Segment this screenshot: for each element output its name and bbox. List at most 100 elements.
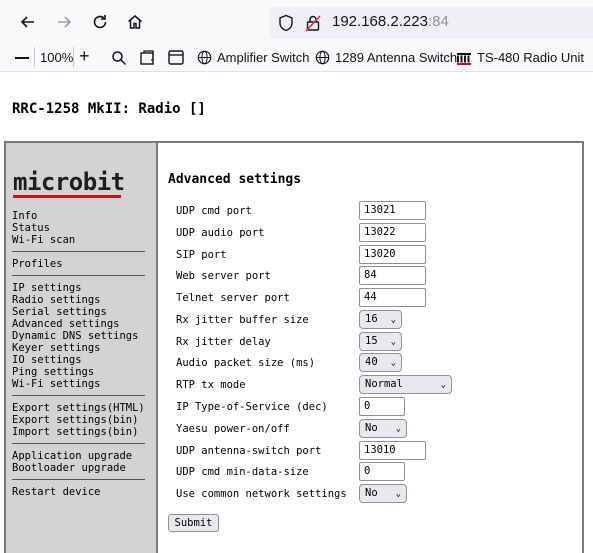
- select-value: 15: [365, 335, 378, 347]
- bookmark-ts480-radio-unit[interactable]: TS-480 Radio Unit: [456, 50, 584, 65]
- globe-icon: [315, 50, 330, 65]
- bookmark-1289-antenna-switch[interactable]: 1289 Antenna Switch: [315, 50, 457, 65]
- sidebar-link-restart-device[interactable]: Restart device: [12, 486, 101, 498]
- sidebar-link-advanced-settings[interactable]: Advanced settings: [12, 318, 119, 330]
- label-sip-port: SIP port: [176, 249, 227, 261]
- use-common-network-settings-select[interactable]: No ⌄: [359, 484, 407, 503]
- sidebar-link-ping-settings[interactable]: Ping settings: [12, 366, 94, 378]
- right-frame-edge: [582, 141, 585, 553]
- sidebar-divider: [12, 275, 145, 276]
- bookmark-amplifier-switch[interactable]: Amplifier Switch: [197, 50, 309, 65]
- sidebar-divider: [12, 251, 145, 252]
- udp-cmd-port-input[interactable]: 13021: [359, 201, 426, 220]
- select-value: No: [365, 422, 378, 434]
- zoom-in-icon[interactable]: +: [79, 46, 90, 66]
- ip-type-of-service-input[interactable]: 0: [359, 397, 405, 416]
- sidebar-link-ip-settings[interactable]: IP settings: [12, 282, 82, 294]
- globe-icon: [197, 50, 212, 65]
- bookmark-label: Amplifier Switch: [217, 50, 310, 65]
- sidebar-link-io-settings[interactable]: IO settings: [12, 354, 82, 366]
- sidebar-link-serial-settings[interactable]: Serial settings: [12, 306, 107, 318]
- select-value: No: [365, 487, 378, 499]
- sidebar-link-profiles[interactable]: Profiles: [12, 258, 63, 270]
- select-value: Normal: [365, 378, 403, 390]
- browser-nav-bar: 192.168.2.223:84: [0, 0, 593, 44]
- microbit-m-icon: [457, 53, 471, 65]
- tracking-shield-icon[interactable]: [278, 14, 294, 36]
- home-button[interactable]: [123, 10, 147, 34]
- telnet-server-port-input[interactable]: 44: [359, 288, 426, 307]
- chevron-down-icon: ⌄: [395, 489, 401, 499]
- sidebar-link-wifi-scan[interactable]: Wi-Fi scan: [12, 234, 75, 246]
- label-use-common-network-settings: Use common network settings: [176, 488, 347, 500]
- label-telnet-server-port: Telnet server port: [176, 292, 290, 304]
- sip-port-input[interactable]: 13020: [359, 245, 426, 264]
- reload-icon: [93, 15, 107, 29]
- forward-button[interactable]: [52, 10, 76, 34]
- sidebar-link-info[interactable]: Info: [12, 210, 37, 222]
- url-text[interactable]: 192.168.2.223:84: [332, 13, 449, 30]
- sidebar-link-wifi-settings[interactable]: Wi-Fi settings: [12, 378, 101, 390]
- zoom-out-icon[interactable]: [15, 57, 29, 59]
- chevron-down-icon: ⌄: [390, 337, 396, 347]
- udp-antenna-switch-port-input[interactable]: 13010: [359, 441, 426, 460]
- sidebar-divider: [12, 479, 145, 480]
- select-value: 16: [365, 313, 378, 325]
- chevron-down-icon: ⌄: [390, 315, 396, 325]
- label-rx-jitter-buffer-size: Rx jitter buffer size: [176, 314, 309, 326]
- sidebar-divider: [12, 443, 145, 444]
- chevron-down-icon: ⌄: [390, 358, 396, 368]
- sidebar-link-bootloader-upgrade[interactable]: Bootloader upgrade: [12, 462, 126, 474]
- bookmark-label: 1289 Antenna Switch: [335, 50, 458, 65]
- logo-underline: [13, 195, 121, 198]
- sidebar-link-dynamic-dns-settings[interactable]: Dynamic DNS settings: [12, 330, 138, 342]
- url-host: 192.168.2.223: [332, 13, 428, 30]
- back-button[interactable]: [16, 10, 40, 34]
- page-title: RRC-1258 MkII: Radio []: [12, 101, 206, 117]
- toolbar-divider: [73, 47, 74, 67]
- forward-arrow-icon: [58, 16, 72, 28]
- label-audio-packet-size: Audio packet size (ms): [176, 357, 316, 369]
- sidebar-link-import-bin[interactable]: Import settings(bin): [12, 426, 138, 438]
- rx-jitter-buffer-size-select[interactable]: 16 ⌄: [359, 310, 402, 329]
- chevron-down-icon: ⌄: [440, 380, 446, 390]
- toolbar-divider: [34, 47, 35, 67]
- label-ip-type-of-service: IP Type-of-Service (dec): [176, 401, 328, 413]
- audio-packet-size-select[interactable]: 40 ⌄: [359, 353, 402, 372]
- microbit-logo: microbit: [13, 168, 125, 196]
- url-port: :84: [427, 13, 449, 30]
- search-icon[interactable]: [111, 50, 127, 69]
- reader-view-icon[interactable]: [168, 50, 184, 68]
- label-udp-antenna-switch-port: UDP antenna-switch port: [176, 445, 322, 457]
- udp-audio-port-input[interactable]: 13022: [359, 223, 426, 242]
- yaesu-power-on-off-select[interactable]: No ⌄: [359, 419, 407, 438]
- sidebar-link-keyer-settings[interactable]: Keyer settings: [12, 342, 101, 354]
- udp-cmd-min-data-size-input[interactable]: 0: [359, 462, 405, 481]
- zoom-level[interactable]: 100%: [40, 50, 73, 65]
- sidebar-link-application-upgrade[interactable]: Application upgrade: [12, 450, 132, 462]
- label-rx-jitter-delay: Rx jitter delay: [176, 336, 271, 348]
- label-web-server-port: Web server port: [176, 270, 271, 282]
- back-arrow-icon: [20, 16, 34, 28]
- home-icon: [128, 15, 142, 29]
- label-udp-cmd-port: UDP cmd port: [176, 205, 252, 217]
- rtp-tx-mode-select[interactable]: Normal ⌄: [359, 375, 452, 394]
- bookmarks-toolbar: 100% + Amplifier Switch 1289 Antenna Swi…: [0, 44, 593, 72]
- sidebar-link-status[interactable]: Status: [12, 222, 50, 234]
- label-udp-audio-port: UDP audio port: [176, 227, 265, 239]
- sidebar-link-radio-settings[interactable]: Radio settings: [12, 294, 101, 306]
- bookmark-label: TS-480 Radio Unit: [477, 50, 584, 65]
- sidebar-divider: [12, 395, 145, 396]
- sidebar-link-export-bin[interactable]: Export settings(bin): [12, 414, 138, 426]
- insecure-lock-icon[interactable]: [305, 14, 321, 36]
- chevron-down-icon: ⌄: [395, 424, 401, 434]
- select-value: 40: [365, 356, 378, 368]
- rx-jitter-delay-select[interactable]: 15 ⌄: [359, 332, 402, 351]
- sidebar-link-export-html[interactable]: Export settings(HTML): [12, 402, 145, 414]
- web-server-port-input[interactable]: 84: [359, 266, 426, 285]
- label-yaesu-power-on-off: Yaesu power-on/off: [176, 423, 290, 435]
- reload-button[interactable]: [88, 10, 112, 34]
- submit-button[interactable]: Submit: [168, 514, 219, 532]
- label-rtp-tx-mode: RTP tx mode: [176, 379, 246, 391]
- screenshot-icon[interactable]: [139, 49, 156, 69]
